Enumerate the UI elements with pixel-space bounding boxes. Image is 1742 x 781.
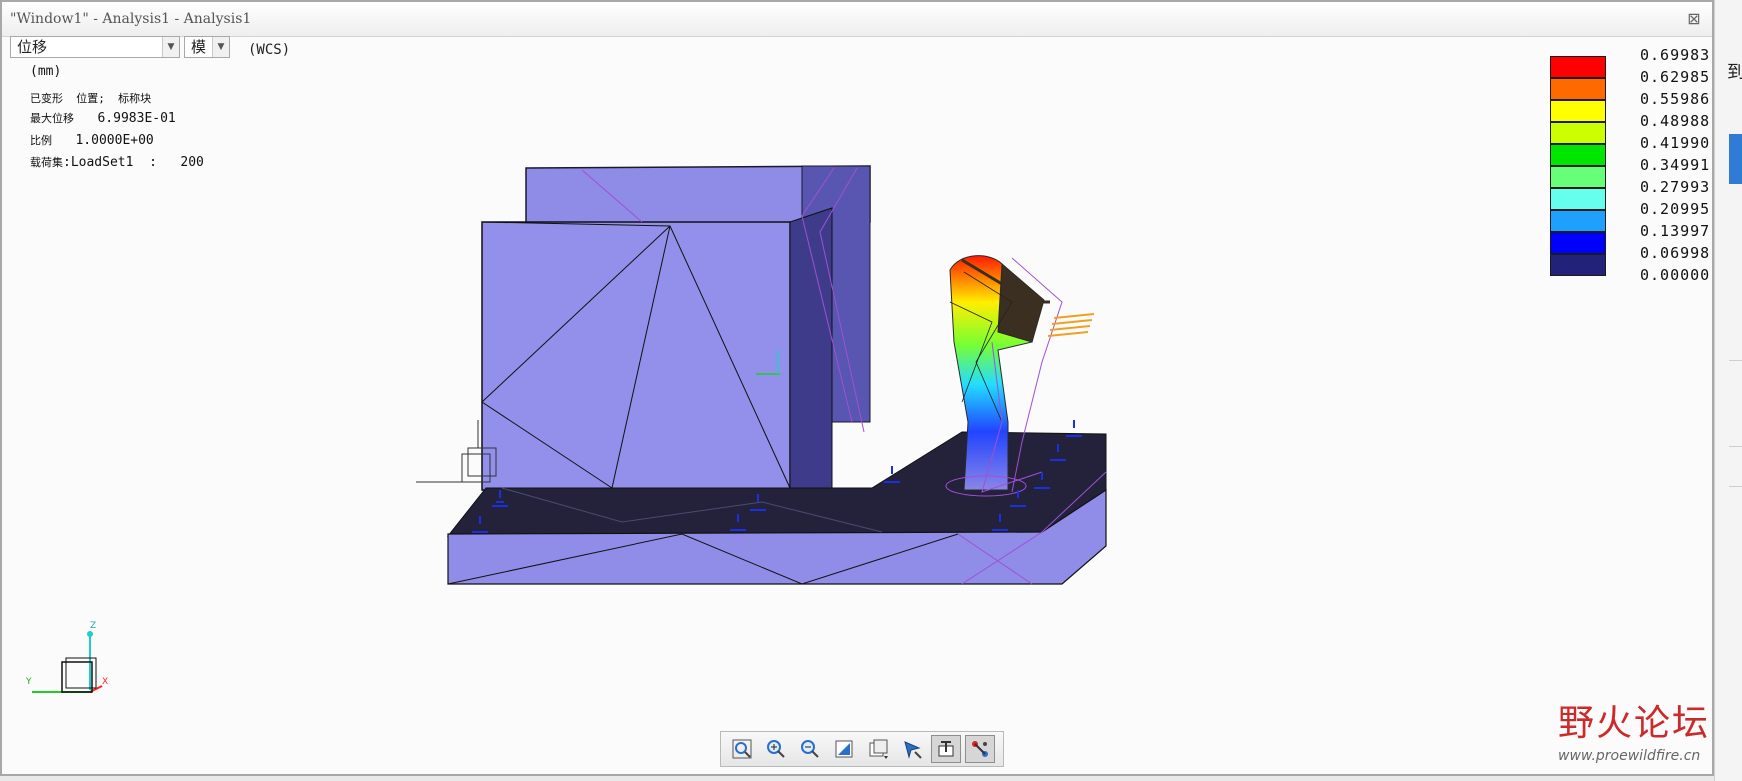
orientation-triad: Z X Y [25, 621, 108, 693]
view-toolbar [720, 731, 1004, 767]
background-panel-highlight [1729, 134, 1742, 184]
display-style-icon [869, 739, 888, 759]
saved-views-icon [904, 741, 922, 759]
background-panel-text: 到 [1727, 62, 1742, 83]
display-style-button[interactable] [863, 735, 893, 763]
show-constraints-button[interactable] [965, 735, 995, 763]
triad-x-label: X [102, 677, 108, 687]
zoom-out-button[interactable] [795, 735, 825, 763]
analysis-window: "Window1" - Analysis1 - Analysis1 ⊠ 位移 ▼… [0, 0, 1714, 776]
triad-z-label: Z [90, 621, 96, 631]
show-loads-icon [938, 741, 954, 757]
divider [1729, 446, 1742, 447]
zoom-fit-button[interactable] [727, 735, 757, 763]
divider [1729, 486, 1742, 487]
force-arrows [1047, 313, 1095, 337]
watermark-logo-text: 野火论坛 [1558, 703, 1711, 744]
zoom-fit-icon [732, 739, 752, 759]
divider [1729, 360, 1742, 361]
zoom-in-icon [767, 740, 785, 758]
show-constraints-icon [972, 741, 988, 757]
zoom-out-icon [801, 740, 819, 758]
watermark-url: www.proewildfire.cn [1558, 748, 1701, 764]
triad-y-label: Y [25, 677, 32, 687]
saved-views-button[interactable] [897, 735, 927, 763]
forum-watermark: 野火论坛 www.proewildfire.cn [1558, 694, 1711, 764]
zoom-in-button[interactable] [761, 735, 791, 763]
show-loads-button[interactable] [931, 735, 961, 763]
model-viewport[interactable]: Z X Y [2, 2, 1714, 702]
background-panel: 到 [1714, 0, 1742, 781]
repaint-icon [835, 740, 853, 758]
repaint-button[interactable] [829, 735, 859, 763]
